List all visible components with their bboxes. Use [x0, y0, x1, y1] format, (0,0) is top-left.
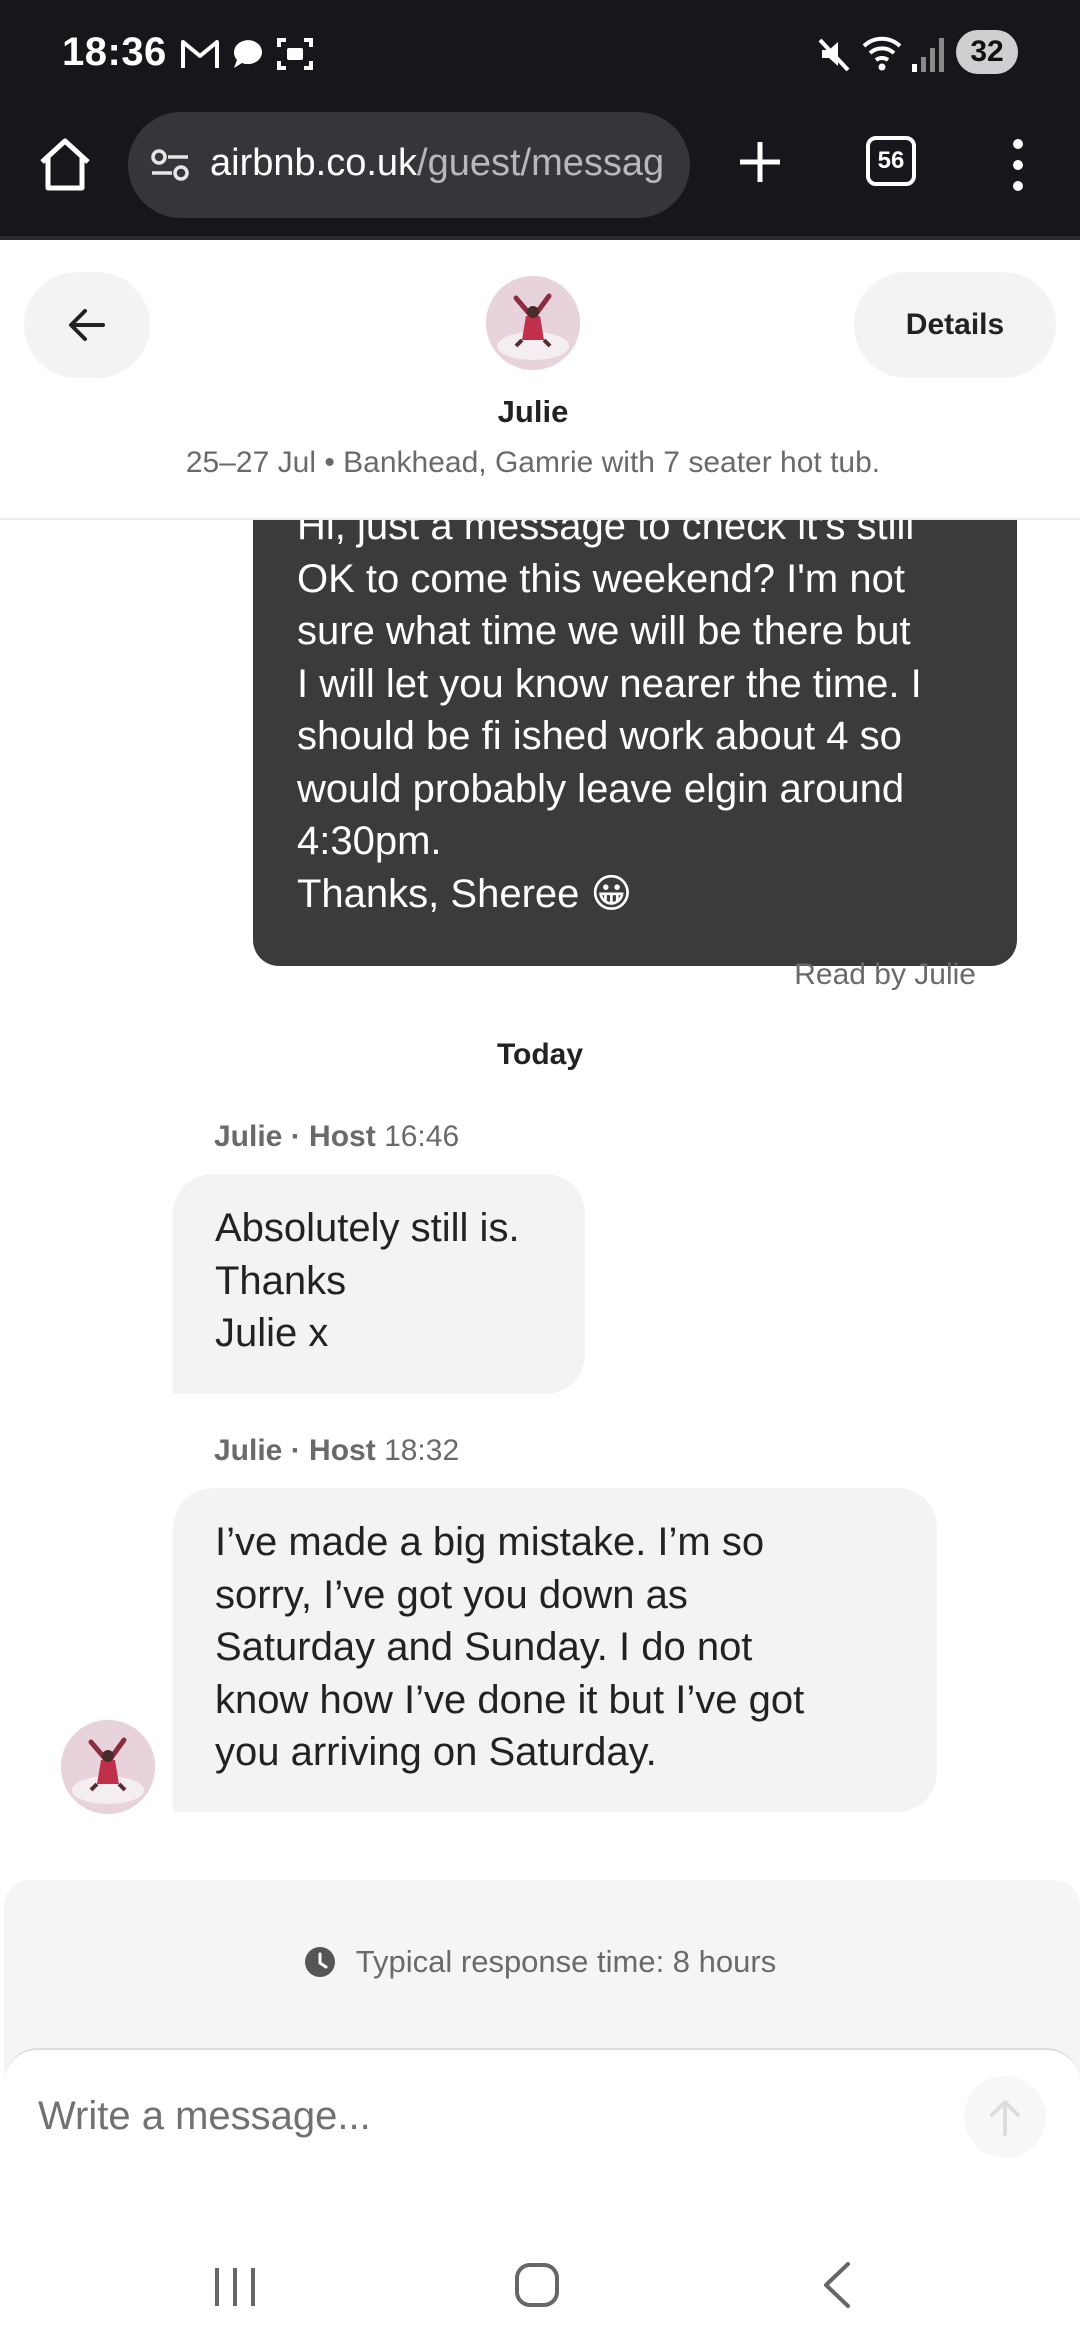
- address-bar[interactable]: airbnb.co.uk/guest/messag: [128, 112, 690, 218]
- response-time-text: Typical response time: 8 hours: [355, 1944, 777, 1979]
- mute-icon: [818, 38, 850, 72]
- sender-role: · Host: [290, 1434, 376, 1467]
- message-line: Julie x: [215, 1311, 329, 1355]
- message-line: sure what time we will be there but: [297, 609, 911, 653]
- back-button[interactable]: [24, 272, 150, 378]
- message-thread[interactable]: Hi, just a message to check it’s still O…: [0, 520, 1080, 1880]
- clock-icon: [304, 1947, 335, 1977]
- message-line: you arriving on Saturday.: [215, 1730, 657, 1774]
- recents-icon[interactable]: [212, 2262, 258, 2312]
- tab-switcher-button[interactable]: 56: [866, 136, 916, 186]
- send-button[interactable]: [964, 2076, 1046, 2158]
- chat-icon: [233, 40, 262, 68]
- response-time: Typical response time: 8 hours: [4, 1944, 1076, 1980]
- message-line: should be fi ished work about 4 so: [297, 714, 902, 758]
- home-nav-icon[interactable]: [512, 2260, 562, 2310]
- message-line: Thanks: [215, 1258, 347, 1303]
- back-nav-icon[interactable]: [818, 2260, 858, 2310]
- message-line: Saturday and Sunday. I do not: [215, 1625, 753, 1669]
- sender-name: Julie: [214, 1120, 283, 1153]
- message-line: sorry, I’ve got you down as: [215, 1572, 688, 1617]
- browser-toolbar: airbnb.co.uk/guest/messag 56: [0, 110, 1080, 240]
- host-avatar[interactable]: [486, 276, 580, 370]
- host-message-bubble: I’ve made a big mistake. I’m so sorry, I…: [173, 1488, 937, 1812]
- message-input[interactable]: [38, 2094, 918, 2139]
- message-line: OK to come this weekend? I'm not: [297, 556, 905, 601]
- avatar-image: [61, 1720, 155, 1814]
- wifi-icon: [862, 36, 902, 71]
- message-time: 16:46: [384, 1120, 460, 1153]
- message-line: know how I’ve done it but I’ve got: [215, 1677, 805, 1722]
- status-time: 18:36: [62, 30, 167, 74]
- message-line: Hi, just a message to check it’s still: [297, 520, 915, 548]
- arrow-left-icon: [69, 309, 105, 341]
- message-line: Absolutely still is.: [215, 1206, 520, 1250]
- host-name: Julie: [497, 394, 569, 429]
- composer-panel: Typical response time: 8 hours: [4, 1880, 1080, 2250]
- message-line: 4:30pm.: [297, 819, 442, 863]
- message-time: 18:32: [384, 1434, 460, 1467]
- host-message-bubble: Absolutely still is. Thanks Julie x: [173, 1174, 585, 1394]
- day-separator: Today: [496, 1038, 584, 1071]
- details-button[interactable]: Details: [854, 272, 1056, 378]
- sender-role: · Host: [290, 1120, 376, 1153]
- arrow-up-icon: [990, 2100, 1020, 2136]
- sender-avatar[interactable]: [61, 1720, 155, 1814]
- message-line: would probably leave elgin around: [297, 766, 905, 811]
- system-nav-bar: [0, 2250, 1080, 2340]
- read-receipt: Read by Julie: [794, 958, 976, 991]
- sender-name: Julie: [214, 1434, 283, 1467]
- new-tab-icon[interactable]: [730, 132, 790, 192]
- message-meta: Julie · Host 16:46: [214, 1120, 459, 1154]
- signal-icon: [912, 38, 944, 72]
- url-host: airbnb.co.uk: [210, 142, 418, 184]
- more-menu-icon[interactable]: [998, 132, 1038, 198]
- guest-message-bubble: Hi, just a message to check it’s still O…: [253, 520, 1017, 966]
- message-meta: Julie · Host 18:32: [214, 1434, 459, 1468]
- home-icon[interactable]: [32, 132, 98, 198]
- battery-indicator: 32: [956, 30, 1018, 74]
- url-path: /guest/messag: [417, 142, 665, 184]
- screenshot-icon: [277, 38, 313, 70]
- trip-info: 25–27 Jul • Bankhead, Gamrie with 7 seat…: [185, 446, 881, 479]
- gmail-icon: [181, 40, 219, 68]
- message-line: I will let you know nearer the time. I: [297, 661, 922, 706]
- url-text: airbnb.co.uk/guest/messag: [210, 142, 680, 185]
- site-settings-icon[interactable]: [150, 145, 190, 185]
- message-line: I’ve made a big mistake. I’m so: [215, 1520, 765, 1564]
- status-bar: 18:36 32: [0, 0, 1080, 110]
- avatar-image: [486, 276, 580, 370]
- conversation-header: Details Julie 25–27 Jul • Bankhead, Gamr…: [0, 240, 1080, 520]
- message-line: Thanks, Sheree 😀: [297, 871, 633, 916]
- message-composer: [4, 2048, 1080, 2250]
